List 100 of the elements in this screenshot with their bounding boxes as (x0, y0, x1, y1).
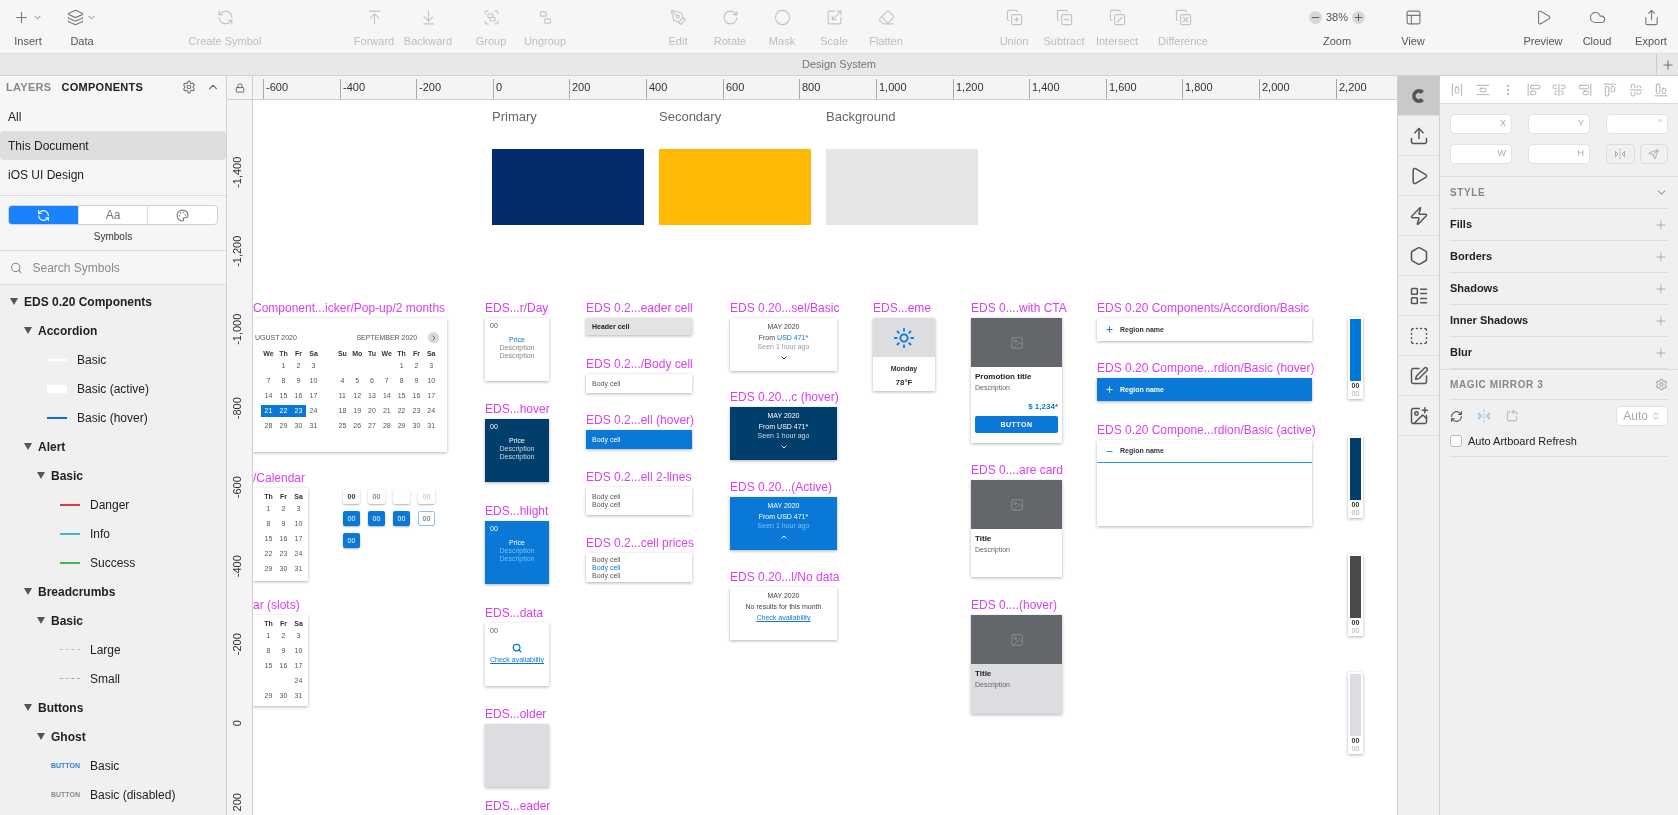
panel-tab[interactable]: COMPONENTS (61, 78, 144, 96)
segment-caption: Symbols (93, 230, 133, 244)
disclosure-triangle-icon[interactable] (24, 327, 32, 334)
artboard-title[interactable]: EDS 0....(hover) (971, 599, 1058, 612)
tree-group[interactable]: EDS 0.20 Components (0, 287, 226, 316)
disclosure-triangle-icon[interactable] (37, 472, 45, 479)
library-item[interactable]: iOS UI Design (0, 160, 226, 189)
zoom-level: 38% (1326, 9, 1348, 25)
align-icon[interactable] (1475, 82, 1490, 97)
symbol-item[interactable]: Success (0, 548, 226, 577)
flip-horizontal-button[interactable] (1606, 144, 1635, 164)
disclosure-triangle-icon[interactable] (37, 617, 45, 624)
symbol-item[interactable]: Basic (active) (0, 374, 226, 403)
artboard-title[interactable]: EDS...eme (873, 302, 932, 315)
add-icon[interactable] (1654, 281, 1668, 296)
align-icon[interactable] (1577, 82, 1592, 97)
add-icon[interactable] (1654, 313, 1668, 328)
artboard-title[interactable]: EDS 0....with CTA (971, 302, 1067, 315)
ruler-label: 1,400 (1029, 79, 1060, 99)
align-icon[interactable] (1450, 82, 1464, 97)
artboard-title[interactable]: EDS...eader (485, 800, 551, 813)
settings-icon[interactable] (182, 80, 196, 94)
align-icon[interactable] (1654, 82, 1668, 97)
add-icon[interactable] (1654, 217, 1668, 232)
align-icon[interactable] (1526, 82, 1541, 97)
artboard-title[interactable]: EDS...hover (485, 403, 550, 416)
panels-icon (1404, 8, 1422, 26)
add-icon[interactable] (1654, 345, 1668, 360)
artboard-title[interactable]: /Calendar (253, 472, 306, 485)
search-field[interactable]: Search Symbols (32, 258, 216, 277)
align-icon[interactable] (1628, 82, 1643, 97)
artboard-title[interactable]: EDS 0.2.../Body cell (586, 358, 693, 371)
tree-group[interactable]: Ghost (0, 722, 226, 751)
toolbar-label: Scale (820, 34, 848, 49)
toolbar-label: Union (999, 34, 1029, 49)
symbol-item[interactable]: Basic (hover) (0, 403, 226, 432)
rotate-square-icon[interactable] (1505, 409, 1519, 423)
disclosure-triangle-icon[interactable] (24, 704, 32, 711)
artboard-title[interactable]: EDS 0.2...ell (hover) (586, 414, 695, 427)
symbols-icon (36, 208, 50, 222)
align-icon[interactable] (1552, 82, 1566, 97)
ruler-label: -200 (416, 79, 442, 99)
checkbox[interactable] (1450, 435, 1462, 447)
artboard-title[interactable]: EDS 0.20 Compone...rdion/Basic (active) (1097, 424, 1316, 437)
ruler-label: 1,600 (1106, 79, 1137, 99)
symbol-item[interactable]: Basic (0, 345, 226, 374)
disclosure-triangle-icon[interactable] (10, 298, 18, 305)
artboard-title[interactable]: EDS 0.20...(Active) (730, 481, 833, 494)
artboard-title[interactable]: EDS 0....are card (971, 464, 1064, 477)
intersect-icon (1108, 8, 1126, 26)
chevron-down-icon[interactable] (779, 443, 788, 451)
align-icon[interactable] (1603, 82, 1617, 97)
artboard-title[interactable]: EDS 0.20...c (hover) (730, 391, 839, 404)
disclosure-triangle-icon[interactable] (37, 733, 45, 740)
artboard-title[interactable]: EDS 0.20...l/No data (730, 571, 840, 584)
refresh-icon[interactable] (1450, 409, 1463, 423)
symbol-item[interactable]: Small (0, 664, 226, 693)
inspector-tab[interactable] (1398, 76, 1439, 116)
flip-vertical-button[interactable] (1639, 144, 1668, 164)
tree-group[interactable]: Basic (0, 606, 226, 635)
library-item[interactable]: This Document (0, 131, 226, 160)
mirror-icon[interactable] (1477, 409, 1491, 423)
zoom-out-icon[interactable] (1309, 10, 1322, 24)
add-icon[interactable] (1654, 249, 1668, 264)
day-cell[interactable] (393, 489, 410, 504)
layers-icon (67, 8, 84, 26)
symbol-item[interactable]: Danger (0, 490, 226, 519)
artboard-title[interactable]: EDS...hlight (485, 505, 549, 518)
artboard-title[interactable]: EDS 0.2...eader cell (586, 302, 693, 315)
artboard-title[interactable]: EDS 0.20 Compone...rdion/Basic (hover) (1097, 362, 1315, 375)
artboard-title[interactable]: EDS...older (485, 708, 547, 721)
disclosure-triangle-icon[interactable] (24, 443, 32, 450)
disclosure-triangle-icon[interactable] (24, 588, 32, 595)
lock-icon[interactable] (234, 82, 245, 93)
tree-group[interactable]: Accordion (0, 316, 226, 345)
tree-group[interactable]: Buttons (0, 693, 226, 722)
artboard-title[interactable]: EDS 0.20 Components/Accordion/Basic (1097, 302, 1310, 315)
symbol-item[interactable]: Large (0, 635, 226, 664)
next-month-button[interactable] (428, 332, 439, 343)
artboard-title[interactable]: EDS...data (485, 607, 544, 620)
artboard-title[interactable]: ar (slots) (253, 599, 300, 612)
zoom-in-icon[interactable] (1352, 10, 1365, 24)
chevron-up-icon[interactable] (779, 533, 788, 541)
library-item[interactable]: All (0, 102, 226, 131)
settings-icon[interactable] (1655, 378, 1668, 391)
tree-group[interactable]: Basic (0, 461, 226, 490)
group-icon (482, 8, 500, 26)
segment-button[interactable] (9, 206, 79, 224)
artboard-title[interactable]: Component...icker/Pop-up/2 months (253, 302, 446, 315)
tree-group[interactable]: Breadcrumbs (0, 577, 226, 606)
artboard-title[interactable]: EDS 0.2...cell prices (586, 537, 695, 550)
symbol-item[interactable]: Info (0, 519, 226, 548)
segment-button[interactable]: Aa (78, 206, 149, 224)
card-heading: Title (975, 669, 993, 678)
artboard-title[interactable]: EDS 0.2...ell 2-lines (586, 471, 692, 484)
artboard-title[interactable]: EDS 0.20...sel/Basic (730, 302, 840, 315)
artboard-title[interactable]: EDS...r/Day (485, 302, 549, 315)
tree-group[interactable]: Alert (0, 432, 226, 461)
chevron-down-icon[interactable] (779, 354, 788, 362)
style-section-label: Borders (1450, 249, 1493, 265)
